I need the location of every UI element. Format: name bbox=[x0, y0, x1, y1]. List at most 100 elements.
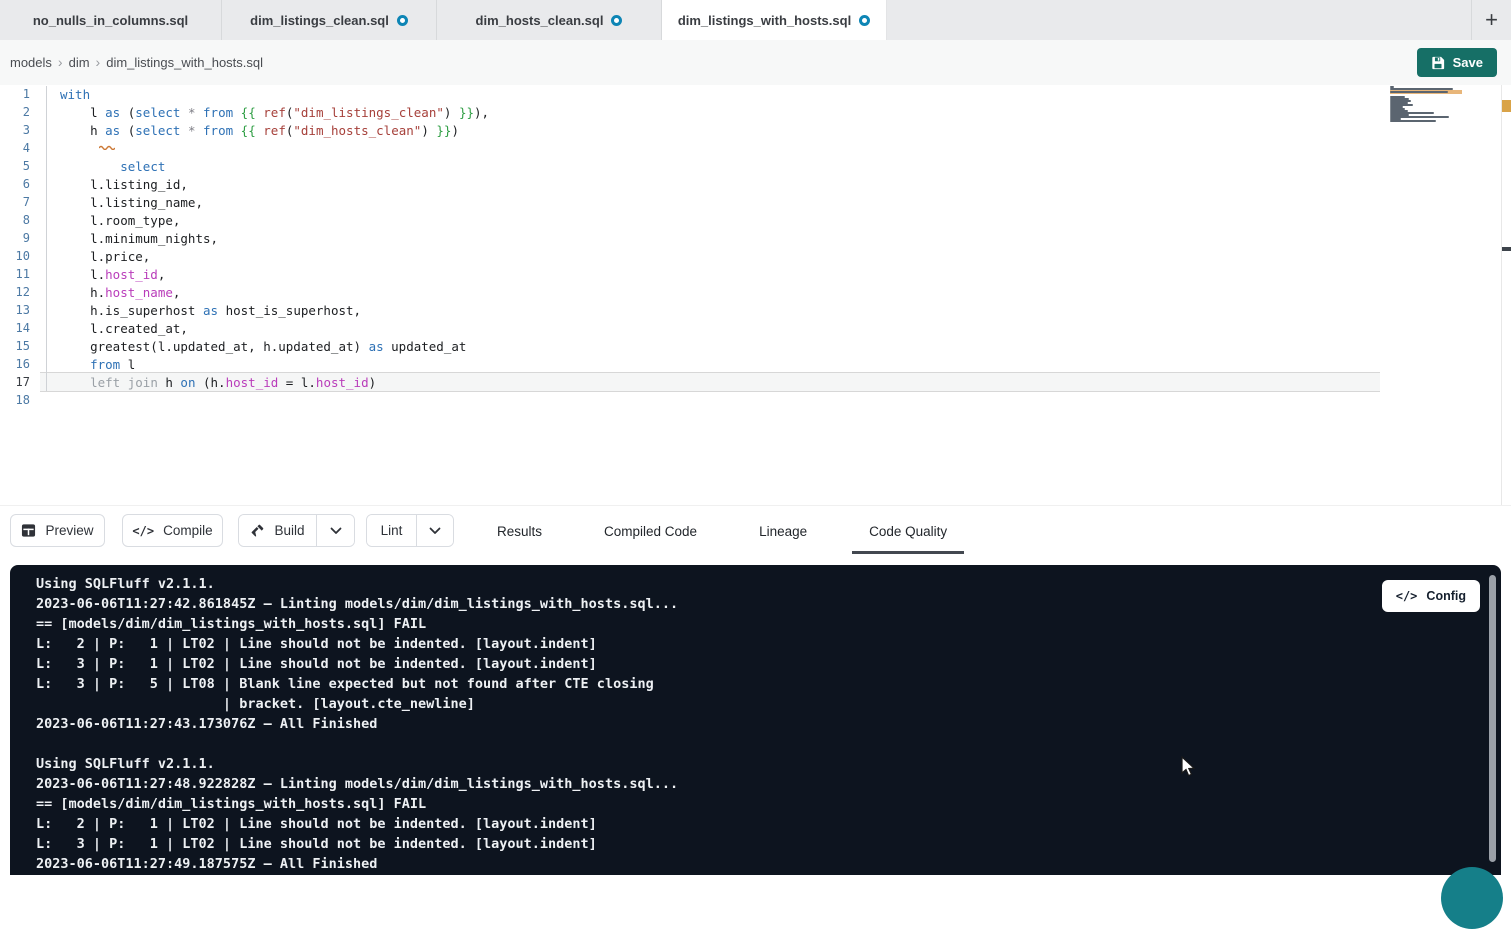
editor-tab-dim-listings-with-hosts-sql[interactable]: dim_listings_with_hosts.sql bbox=[662, 0, 887, 40]
code-line: 13 h.is_superhost as host_is_superhost, bbox=[0, 301, 1511, 319]
terminal-line: 2023-06-06T11:27:42.861845Z — Linting mo… bbox=[36, 594, 678, 614]
code-line: 7 l.listing_name, bbox=[0, 193, 1511, 211]
code-line: 11 l.host_id, bbox=[0, 265, 1511, 283]
save-icon bbox=[1431, 56, 1445, 70]
line-number: 3 bbox=[0, 123, 40, 137]
code-line-text: h.host_name, bbox=[40, 285, 180, 300]
line-number: 16 bbox=[0, 357, 40, 371]
overview-ruler bbox=[1501, 85, 1502, 505]
code-line-text: greatest(l.updated_at, h.updated_at) as … bbox=[40, 339, 466, 354]
code-line-text: l.minimum_nights, bbox=[40, 231, 218, 246]
build-label: Build bbox=[274, 523, 304, 538]
compile-label: Compile bbox=[163, 523, 213, 538]
line-number: 14 bbox=[0, 321, 40, 335]
editor-tab-dim-hosts-clean-sql[interactable]: dim_hosts_clean.sql bbox=[437, 0, 662, 40]
terminal-line: | bracket. [layout.cte_newline] bbox=[36, 694, 678, 714]
tab-label: dim_listings_with_hosts.sql bbox=[678, 13, 851, 28]
preview-label: Preview bbox=[45, 523, 93, 538]
lint-squiggle bbox=[99, 135, 115, 154]
terminal-panel: Using SQLFluff v2.1.1.2023-06-06T11:27:4… bbox=[10, 565, 1501, 875]
panel-tabs: Results Compiled Code Lineage Code Quality bbox=[480, 506, 992, 556]
terminal-line: 2023-06-06T11:27:49.187575Z — All Finish… bbox=[36, 854, 678, 874]
editor-tabs: no_nulls_in_columns.sql dim_listings_clea… bbox=[0, 0, 887, 40]
terminal-line: L: 3 | P: 1 | LT02 | Line should not be … bbox=[36, 834, 678, 854]
unsaved-dot-icon bbox=[397, 15, 408, 26]
breadcrumb-chevron-icon: › bbox=[58, 54, 63, 70]
compile-button[interactable]: </> Compile bbox=[122, 514, 223, 547]
tab-results[interactable]: Results bbox=[480, 506, 559, 556]
help-button[interactable] bbox=[1441, 867, 1503, 929]
save-button[interactable]: Save bbox=[1417, 48, 1497, 77]
tab-compiled-code[interactable]: Compiled Code bbox=[587, 506, 714, 556]
code-line: 17 left join h on (h.host_id = l.host_id… bbox=[0, 373, 1511, 391]
tab-label: dim_hosts_clean.sql bbox=[476, 13, 604, 28]
code-line-text: from l bbox=[40, 357, 135, 372]
code-line-text: with bbox=[40, 87, 90, 102]
tab-label: dim_listings_clean.sql bbox=[250, 13, 389, 28]
code-line: 1with bbox=[0, 85, 1511, 103]
terminal-line: Using SQLFluff v2.1.1. bbox=[36, 574, 678, 594]
breadcrumb-bar: models›dim›dim_listings_with_hosts.sql S… bbox=[0, 40, 1511, 85]
lint-label: Lint bbox=[381, 523, 403, 538]
code-editor[interactable]: 1with2 l as (select * from {{ ref("dim_l… bbox=[0, 85, 1511, 505]
new-tab-button[interactable]: + bbox=[1471, 0, 1511, 40]
code-line-text: select bbox=[40, 159, 165, 174]
preview-button[interactable]: Preview bbox=[10, 514, 105, 547]
code-line: 3 h as (select * from {{ ref("dim_hosts_… bbox=[0, 121, 1511, 139]
breadcrumb-chevron-icon: › bbox=[96, 54, 101, 70]
code-line: 9 l.minimum_nights, bbox=[0, 229, 1511, 247]
terminal-line: 2023-06-06T11:27:48.922828Z — Linting mo… bbox=[36, 774, 678, 794]
terminal-line: L: 3 | P: 1 | LT02 | Line should not be … bbox=[36, 654, 678, 674]
build-button[interactable]: Build bbox=[239, 515, 316, 546]
action-bar: Preview </> Compile Build Lint bbox=[0, 505, 1511, 555]
terminal-scrollbar[interactable] bbox=[1489, 575, 1496, 862]
line-number: 8 bbox=[0, 213, 40, 227]
gutter-change-bar bbox=[46, 86, 47, 391]
terminal-line: L: 2 | P: 1 | LT02 | Line should not be … bbox=[36, 814, 678, 834]
code-line: 5 select bbox=[0, 157, 1511, 175]
terminal-line: 2023-06-06T11:27:43.173076Z — All Finish… bbox=[36, 714, 678, 734]
terminal-line: Using SQLFluff v2.1.1. bbox=[36, 754, 678, 774]
breadcrumb: models›dim›dim_listings_with_hosts.sql bbox=[10, 54, 263, 70]
code-line: 16 from l bbox=[0, 355, 1511, 373]
terminal-line bbox=[36, 734, 678, 754]
line-number: 7 bbox=[0, 195, 40, 209]
line-number: 12 bbox=[0, 285, 40, 299]
build-dropdown-button[interactable] bbox=[316, 515, 354, 546]
line-number: 9 bbox=[0, 231, 40, 245]
tab-code-quality[interactable]: Code Quality bbox=[852, 506, 964, 556]
code-line-text: l.created_at, bbox=[40, 321, 188, 336]
code-line: 14 l.created_at, bbox=[0, 319, 1511, 337]
code-line-text: l.host_id, bbox=[40, 267, 165, 282]
editor-tab-dim-listings-clean-sql[interactable]: dim_listings_clean.sql bbox=[222, 0, 437, 40]
editor-tab-no-nulls-in-columns-sql[interactable]: no_nulls_in_columns.sql bbox=[0, 0, 222, 40]
chevron-down-icon bbox=[330, 527, 342, 535]
code-line-text: l.room_type, bbox=[40, 213, 180, 228]
line-number: 11 bbox=[0, 267, 40, 281]
code-line-text: l.listing_id, bbox=[40, 177, 188, 192]
unsaved-dot-icon bbox=[611, 15, 622, 26]
code-line-text: left join h on (h.host_id = l.host_id) bbox=[40, 375, 376, 390]
minimap-line bbox=[1390, 122, 1462, 124]
mouse-cursor bbox=[1181, 756, 1197, 783]
tab-lineage[interactable]: Lineage bbox=[742, 506, 824, 556]
tab-bar: no_nulls_in_columns.sql dim_listings_clea… bbox=[0, 0, 1511, 40]
terminal-output[interactable]: Using SQLFluff v2.1.1.2023-06-06T11:27:4… bbox=[36, 574, 678, 874]
minimap[interactable] bbox=[1390, 86, 1462, 124]
table-icon bbox=[21, 523, 36, 538]
ruler-cursor-marker bbox=[1502, 247, 1511, 251]
code-line-text: l as (select * from {{ ref("dim_listings… bbox=[40, 105, 489, 120]
lint-button[interactable]: Lint bbox=[367, 515, 416, 546]
code-line: 4 bbox=[0, 139, 1511, 157]
tab-bar-spacer bbox=[887, 0, 1471, 40]
line-number: 5 bbox=[0, 159, 40, 173]
code-line-text: l.listing_name, bbox=[40, 195, 203, 210]
line-number: 18 bbox=[0, 393, 40, 407]
line-number: 1 bbox=[0, 87, 40, 101]
terminal-line: == [models/dim/dim_listings_with_hosts.s… bbox=[36, 614, 678, 634]
config-button[interactable]: </> Config bbox=[1382, 580, 1480, 612]
lint-dropdown-button[interactable] bbox=[416, 515, 453, 546]
line-number: 13 bbox=[0, 303, 40, 317]
lint-split-button: Lint bbox=[366, 514, 454, 547]
breadcrumb-item-dim-listings-with-hosts-sql: dim_listings_with_hosts.sql bbox=[106, 55, 263, 70]
